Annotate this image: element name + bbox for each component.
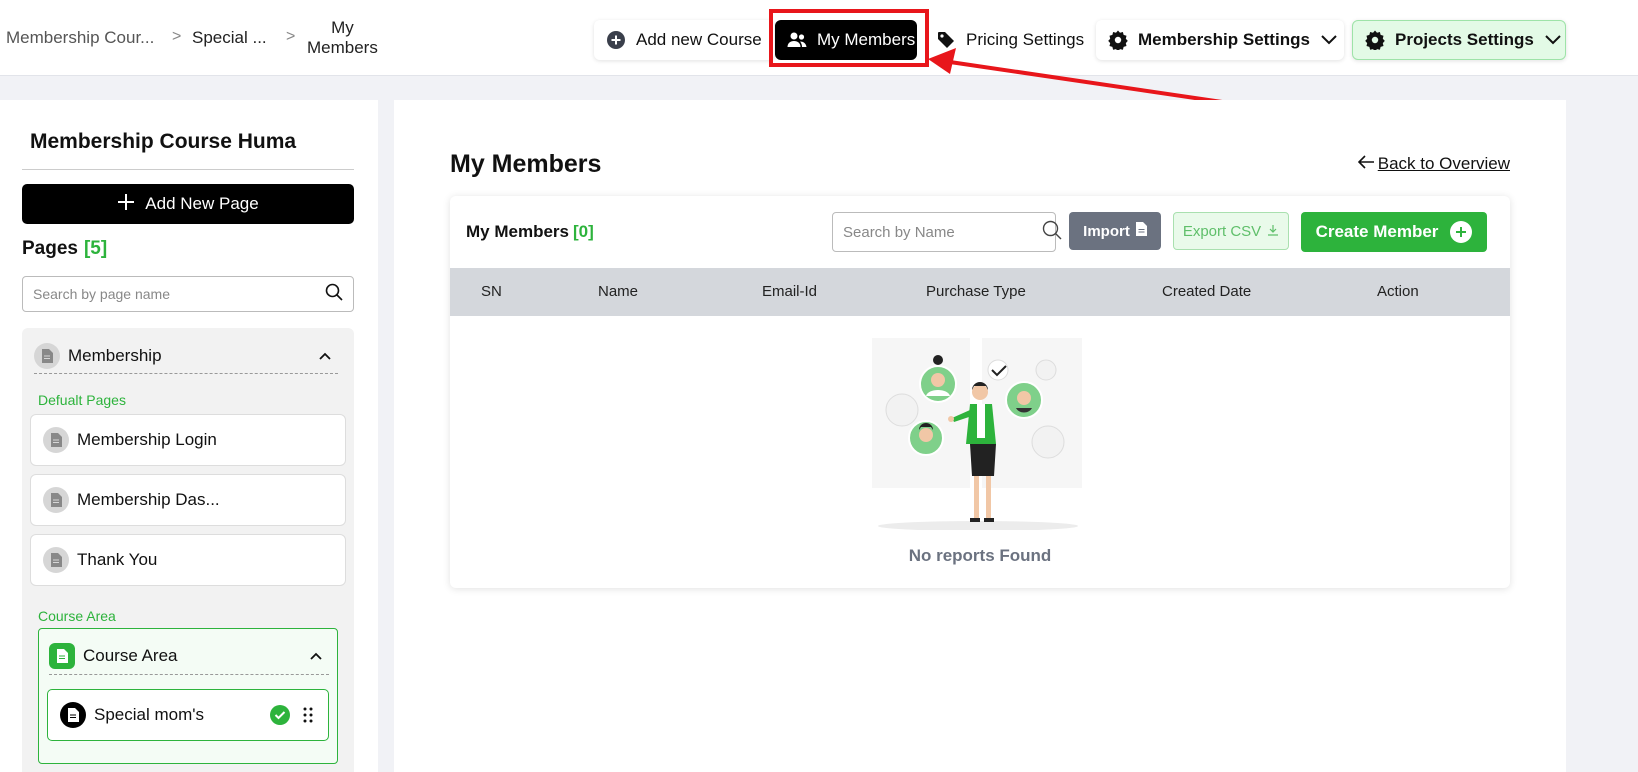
members-card-label: My Members	[466, 222, 569, 241]
breadcrumb-current-line2: Members	[307, 38, 378, 57]
main-content: My Members Back to Overview My Members [0…	[394, 100, 1566, 772]
column-header-created-date: Created Date	[1162, 283, 1252, 300]
projects-settings-label: Projects Settings	[1395, 30, 1534, 49]
add-new-course-button[interactable]: Add new Course	[594, 20, 774, 60]
document-icon	[43, 487, 69, 513]
plus-icon	[117, 193, 135, 216]
export-csv-button[interactable]: Export CSV	[1173, 212, 1289, 250]
projects-settings-button[interactable]: Projects Settings	[1352, 20, 1566, 60]
members-table-header: SN Name Email-Id Purchase Type Created D…	[450, 268, 1510, 316]
chevron-down-icon	[1320, 30, 1338, 50]
member-search-field[interactable]	[832, 212, 1062, 252]
document-icon	[43, 427, 69, 453]
add-new-page-label: Add New Page	[145, 194, 259, 213]
member-search-input[interactable]	[843, 223, 1042, 241]
course-area-group: Course Area Special mom's	[38, 628, 338, 764]
my-members-label: My Members	[817, 30, 916, 49]
column-header-email: Email-Id	[762, 283, 818, 300]
pages-heading: Pages [5]	[22, 238, 107, 260]
column-header-sn: SN	[481, 283, 502, 300]
members-card: My Members[0] Import Export CSV Create M…	[450, 196, 1510, 588]
chevron-right-icon: >	[172, 28, 182, 45]
page-item-label: Membership Login	[77, 430, 217, 449]
course-item-special-moms[interactable]: Special mom's	[47, 689, 329, 741]
gear-icon	[1365, 30, 1385, 50]
add-new-course-label: Add new Course	[636, 30, 762, 49]
check-circle-icon	[270, 705, 290, 725]
chevron-up-icon[interactable]	[318, 346, 332, 366]
page-title: My Members	[450, 150, 602, 178]
create-member-label: Create Member	[1315, 222, 1439, 241]
empty-state-text: No reports Found	[908, 546, 1052, 565]
chevron-down-icon	[1544, 30, 1562, 50]
breadcrumb-current-line1: My	[331, 18, 354, 37]
membership-group-label: Membership	[68, 345, 162, 365]
gear-icon	[1108, 30, 1128, 50]
membership-settings-button[interactable]: Membership Settings	[1096, 20, 1344, 60]
course-item-label: Special mom's	[94, 705, 205, 724]
page-item-label: Thank You	[77, 550, 158, 569]
members-count: [0]	[572, 222, 594, 241]
membership-settings-label: Membership Settings	[1138, 30, 1310, 49]
column-header-purchase-type: Purchase Type	[926, 283, 1026, 300]
search-icon[interactable]	[1042, 220, 1062, 245]
column-header-name: Name	[598, 283, 639, 300]
drag-handle-icon[interactable]	[298, 705, 318, 725]
column-header-action: Action	[1377, 283, 1419, 300]
file-icon	[1135, 222, 1147, 240]
sidebar: Membership Course Huma Add New Page Page…	[0, 100, 378, 772]
chevron-right-icon: >	[286, 28, 296, 45]
plus-circle-icon	[606, 30, 626, 50]
course-area-section-label: Course Area	[38, 608, 116, 624]
page-item-label: Membership Das...	[77, 490, 220, 509]
import-button[interactable]: Import	[1069, 212, 1161, 250]
arrow-left-icon	[1357, 154, 1374, 174]
document-icon	[34, 342, 60, 369]
sidebar-title: Membership Course Huma	[22, 130, 354, 170]
page-search-input[interactable]	[33, 286, 325, 302]
import-label: Import	[1083, 222, 1130, 240]
back-to-overview-label: Back to Overview	[1377, 154, 1510, 173]
create-member-button[interactable]: Create Member	[1301, 212, 1487, 252]
pricing-settings-button[interactable]: Pricing Settings	[924, 20, 1096, 60]
page-item-membership-dashboard[interactable]: Membership Das...	[30, 474, 346, 526]
page-search-field[interactable]	[22, 276, 354, 312]
add-new-page-button[interactable]: Add New Page	[22, 184, 354, 224]
my-members-button[interactable]: My Members	[775, 20, 917, 60]
breadcrumb-item-special[interactable]: Special ...	[192, 0, 267, 76]
download-icon	[1267, 223, 1279, 240]
search-icon[interactable]	[325, 283, 343, 306]
document-icon	[43, 547, 69, 573]
users-icon	[787, 30, 807, 50]
top-bar: Membership Cour... > Special ... > My Me…	[0, 0, 1638, 76]
tag-icon	[936, 30, 956, 50]
members-card-title: My Members [0]	[466, 222, 594, 242]
back-to-overview-link[interactable]: Back to Overview	[1357, 154, 1510, 174]
breadcrumb-item-current: My Members	[307, 0, 378, 76]
membership-group-header[interactable]: Membership	[34, 338, 338, 374]
pages-label: Pages	[22, 238, 78, 259]
export-csv-label: Export CSV	[1182, 222, 1262, 240]
pages-count: [5]	[83, 238, 108, 259]
page-item-membership-login[interactable]: Membership Login	[30, 414, 346, 466]
breadcrumb-course-label: Membership Cour...	[6, 28, 155, 47]
course-area-label: Course Area	[83, 645, 178, 665]
document-icon	[49, 642, 75, 669]
document-icon	[60, 702, 86, 728]
breadcrumb-special-label: Special ...	[192, 28, 267, 47]
course-area-header[interactable]: Course Area	[49, 637, 329, 675]
default-pages-label: Defualt Pages	[38, 392, 126, 408]
plus-circle-icon	[1450, 221, 1473, 243]
pricing-settings-label: Pricing Settings	[966, 30, 1085, 49]
breadcrumb-item-course[interactable]: Membership Cour...	[6, 0, 154, 76]
chevron-up-icon[interactable]	[309, 646, 323, 666]
membership-group: Membership Defualt Pages Membership Logi…	[22, 328, 354, 772]
page-item-thank-you[interactable]: Thank You	[30, 534, 346, 586]
empty-state-illustration	[872, 338, 1082, 530]
